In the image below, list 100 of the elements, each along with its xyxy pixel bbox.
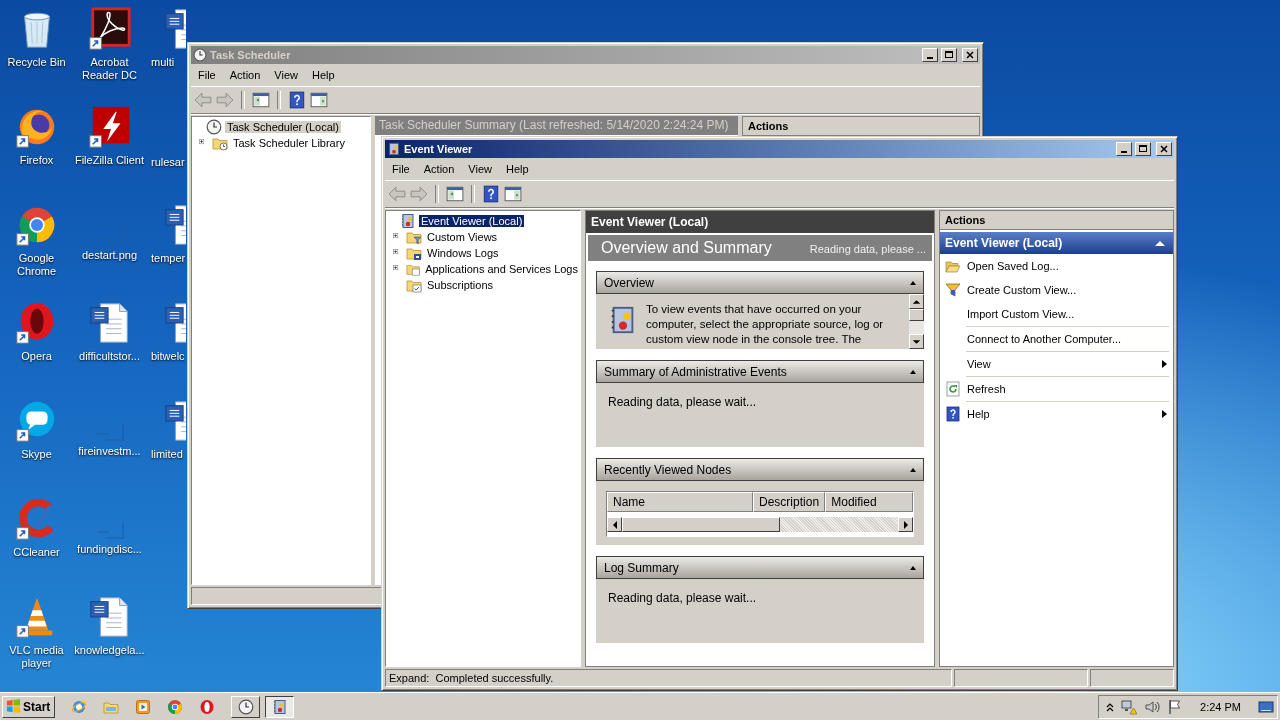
- network-warning-icon[interactable]: [1121, 698, 1138, 715]
- menu-item[interactable]: View: [461, 161, 499, 177]
- desktop-shortcut[interactable]: fireinvestm...: [73, 398, 146, 490]
- start-button[interactable]: Start: [2, 695, 56, 718]
- desktop-shortcut[interactable]: CCleaner: [0, 496, 73, 588]
- clock-icon: [193, 48, 207, 62]
- maximize-button[interactable]: [941, 48, 957, 62]
- log-book-icon: [387, 142, 401, 156]
- vertical-scrollbar[interactable]: [909, 294, 924, 349]
- collapse-icon[interactable]: [910, 565, 916, 570]
- menu-item[interactable]: File: [191, 67, 223, 83]
- overview-text: To view events that have occurred on your computer, select the appropriate source, log or custom view node in the console tree. The: [646, 302, 885, 347]
- pane-command[interactable]: Refresh: [940, 377, 1173, 401]
- scroll-up-button[interactable]: [909, 294, 924, 309]
- close-icon: [1159, 144, 1169, 154]
- desktop-shortcut[interactable]: Skype: [0, 398, 73, 490]
- taskbar-button[interactable]: [265, 695, 295, 718]
- column-header[interactable]: Name: [607, 492, 754, 512]
- menu-item[interactable]: Help: [498, 161, 536, 177]
- pane-command[interactable]: Connect to Another Computer...: [940, 327, 1173, 351]
- tree-item[interactable]: Subscriptions: [425, 279, 496, 291]
- folder-icon: [406, 229, 422, 245]
- tree-pane-icon[interactable]: [252, 91, 270, 109]
- desktop-shortcut[interactable]: difficultstor...: [73, 300, 146, 392]
- desktop-shortcut[interactable]: FileZilla Client: [73, 104, 146, 196]
- chevron-icon[interactable]: [1106, 701, 1115, 712]
- desktop-shortcut[interactable]: knowledgela...: [73, 594, 146, 686]
- caret-icon: [910, 297, 923, 306]
- windows-flag-icon: [6, 699, 21, 714]
- close-button[interactable]: [962, 48, 978, 62]
- collapse-icon[interactable]: [1155, 240, 1165, 246]
- minimize-icon: [1121, 151, 1127, 153]
- pane-command[interactable]: Open Saved Log...: [940, 254, 1173, 278]
- menu-item[interactable]: Action: [416, 161, 462, 177]
- tree-item[interactable]: Task Scheduler Library: [231, 137, 347, 149]
- pane-command[interactable]: Help: [940, 402, 1173, 426]
- desktop-shortcut[interactable]: fundingdisc...: [73, 496, 146, 588]
- speaker-icon[interactable]: [1144, 698, 1161, 715]
- desktop-shortcut[interactable]: rulesar: [148, 104, 186, 196]
- open-folder-icon: [945, 258, 961, 274]
- tree-pane-icon[interactable]: [446, 185, 464, 203]
- window-title: Event Viewer: [404, 143, 474, 155]
- folder-icon: [406, 277, 422, 293]
- clock-text[interactable]: 2:24 PM: [1200, 700, 1241, 713]
- status-message: Reading data, please wait...: [607, 590, 758, 607]
- menu-item[interactable]: View: [267, 67, 305, 83]
- tree-item[interactable]: Custom Views: [425, 231, 500, 243]
- horizontal-scrollbar[interactable]: [607, 517, 913, 532]
- column-header[interactable]: Description: [753, 492, 826, 512]
- desktop-shortcut[interactable]: VLC media player: [0, 594, 73, 686]
- scroll-down-button[interactable]: [909, 334, 924, 349]
- desktop-shortcut[interactable]: Recycle Bin: [0, 6, 73, 98]
- collapse-icon[interactable]: [910, 369, 916, 374]
- desktop-shortcut[interactable]: Firefox: [0, 104, 73, 196]
- tree-item[interactable]: Applications and Services Logs: [423, 263, 580, 275]
- collapse-icon[interactable]: [910, 467, 916, 472]
- menu-item[interactable]: Action: [222, 67, 268, 83]
- pane-command[interactable]: Create Custom View...: [940, 278, 1173, 302]
- folder-icon: [406, 245, 422, 261]
- tree-item[interactable]: Event Viewer (Local): [419, 215, 525, 227]
- desktop-shortcut[interactable]: Google Chrome: [0, 202, 73, 294]
- actions-group-header[interactable]: Event Viewer (Local): [940, 232, 1173, 254]
- pane-command[interactable]: Import Custom View...: [940, 302, 1173, 326]
- wheel-icon[interactable]: [167, 698, 184, 715]
- maximize-button[interactable]: [1135, 142, 1151, 156]
- pane-command[interactable]: View: [940, 352, 1173, 376]
- close-button[interactable]: [1156, 142, 1172, 156]
- ring-icon[interactable]: [199, 698, 216, 715]
- minimize-button[interactable]: [1116, 142, 1132, 156]
- section-header[interactable]: Recently Viewed Nodes: [596, 458, 924, 481]
- menu-item[interactable]: Help: [304, 67, 342, 83]
- action-pane-icon[interactable]: [504, 185, 522, 203]
- column-header[interactable]: Modified: [825, 492, 913, 512]
- section-title: Log Summary: [604, 560, 679, 575]
- section-header[interactable]: Summary of Administrative Events: [596, 360, 924, 383]
- menu-item[interactable]: File: [385, 161, 417, 177]
- help-icon[interactable]: [288, 91, 306, 109]
- status-text: Expand: Completed successfully.: [385, 669, 952, 687]
- tree-item[interactable]: Windows Logs: [425, 247, 501, 259]
- section-header[interactable]: Log Summary: [596, 556, 924, 579]
- scroll-left-button[interactable]: [607, 517, 622, 532]
- play-icon[interactable]: [135, 698, 152, 715]
- section-header[interactable]: Overview: [596, 271, 924, 294]
- tree-item[interactable]: Task Scheduler (Local): [225, 121, 341, 133]
- pane-header: Actions: [743, 117, 979, 136]
- help-icon[interactable]: [482, 185, 500, 203]
- minimize-button[interactable]: [922, 48, 938, 62]
- caret-icon: [910, 337, 923, 346]
- log-book-icon: [400, 213, 416, 229]
- show-desktop-icon[interactable]: [1258, 698, 1274, 715]
- desktop-shortcut[interactable]: Acrobat Reader DC: [73, 6, 146, 98]
- log-book-icon: [271, 698, 288, 715]
- clock-icon: [206, 119, 222, 135]
- scroll-right-button[interactable]: [898, 517, 913, 532]
- maximize-icon: [1138, 144, 1148, 154]
- desktop-shortcut[interactable]: destart.png: [73, 202, 146, 294]
- globe-icon[interactable]: [71, 698, 88, 715]
- desktop-shortcut[interactable]: Opera: [0, 300, 73, 392]
- action-pane-icon[interactable]: [310, 91, 328, 109]
- collapse-icon[interactable]: [910, 280, 916, 285]
